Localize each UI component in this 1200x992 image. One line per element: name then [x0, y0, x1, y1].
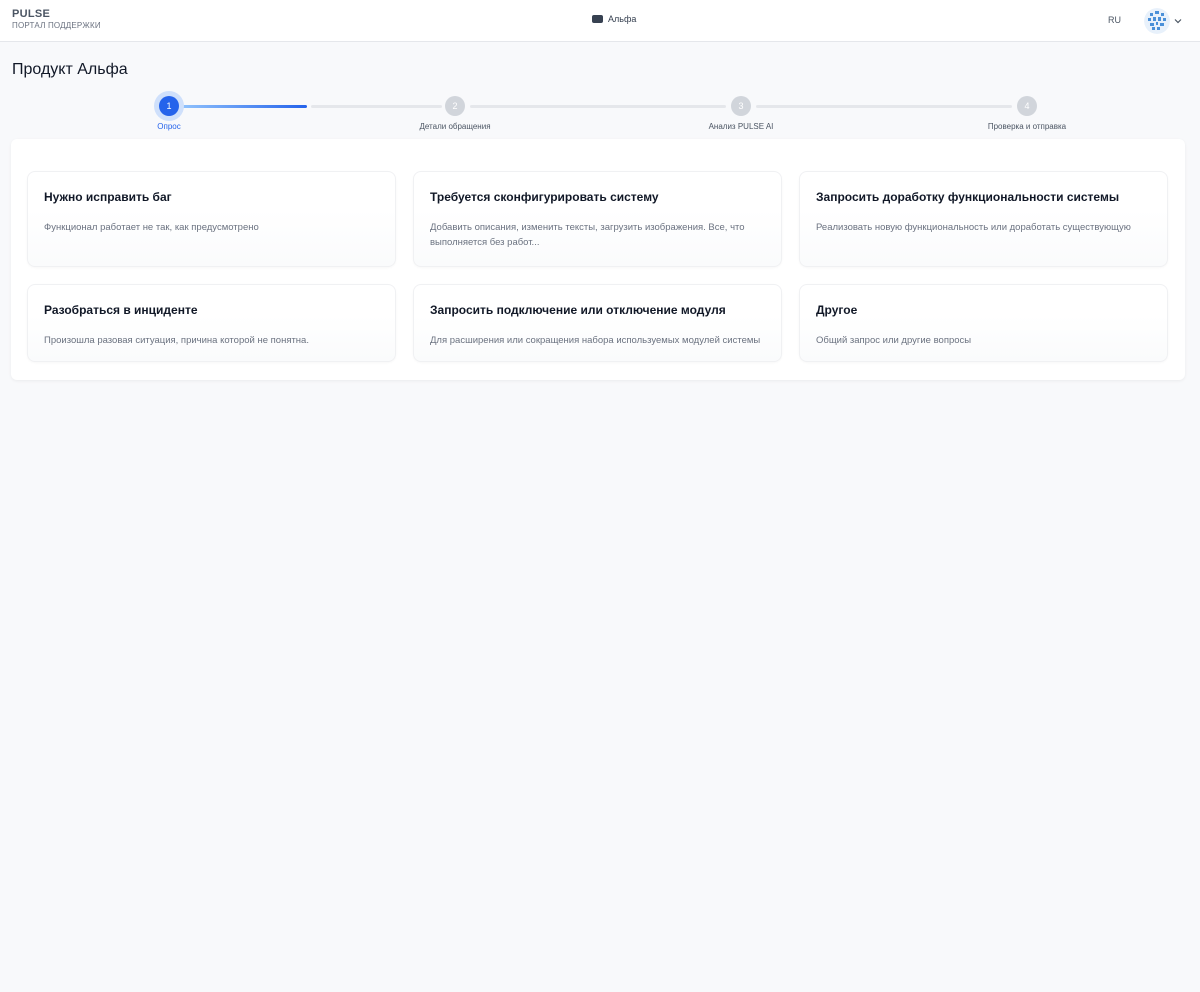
- step-survey: 1 Опрос: [109, 92, 229, 131]
- step-label: Детали обращения: [419, 122, 491, 131]
- card-title: Запросить подключение или отключение мод…: [430, 303, 726, 317]
- card-title: Запросить доработку функциональности сис…: [816, 190, 1120, 204]
- card-title: Другое: [816, 303, 858, 317]
- card-request-enhancement[interactable]: Запросить доработку функциональности сис…: [799, 171, 1168, 267]
- step-request-details: 2 Детали обращения: [395, 92, 515, 131]
- step-number: 1: [159, 96, 179, 116]
- card-description: Общий запрос или другие вопросы: [816, 335, 972, 346]
- card-description: Функционал работает не так, как предусмо…: [44, 222, 259, 233]
- step-label: Проверка и отправка: [987, 122, 1067, 131]
- card-description: Реализовать новую функциональность или д…: [816, 222, 1131, 233]
- card-module-connection[interactable]: Запросить подключение или отключение мод…: [413, 284, 782, 362]
- brand-title: PULSE: [12, 8, 51, 20]
- step-label: Анализ PULSE AI: [708, 122, 774, 131]
- brand-logo[interactable]: PULSE ПОРТАЛ ПОДДЕРЖКИ: [12, 9, 101, 30]
- product-switcher[interactable]: Альфа: [592, 13, 636, 25]
- step-ai-analysis: 3 Анализ PULSE AI: [681, 92, 801, 131]
- card-description: Произошла разовая ситуация, причина кото…: [44, 335, 309, 346]
- step-number: 4: [1017, 96, 1037, 116]
- request-type-panel: Нужно исправить баг Функционал работает …: [11, 139, 1185, 380]
- stepper: 1 Опрос 2 Детали обращения 3 Анализ PULS…: [0, 92, 1200, 138]
- card-description: Для расширения или сокращения набора исп…: [430, 335, 761, 346]
- page-title: Продукт Альфа: [12, 61, 128, 78]
- card-title: Разобраться в инциденте: [44, 303, 198, 317]
- card-configure-system[interactable]: Требуется сконфигурировать систему Добав…: [413, 171, 782, 267]
- language-switcher[interactable]: RU: [1108, 15, 1121, 25]
- step-number: 3: [731, 96, 751, 116]
- user-menu[interactable]: [1144, 8, 1183, 34]
- card-title: Нужно исправить баг: [44, 190, 172, 204]
- product-name: Альфа: [608, 14, 637, 24]
- card-investigate-incident[interactable]: Разобраться в инциденте Произошла разова…: [27, 284, 396, 362]
- top-header: PULSE ПОРТАЛ ПОДДЕРЖКИ Альфа RU: [0, 0, 1200, 42]
- card-title: Требуется сконфигурировать систему: [430, 190, 659, 204]
- product-icon: [592, 15, 603, 23]
- brand-subtitle: ПОРТАЛ ПОДДЕРЖКИ: [12, 21, 101, 30]
- step-label: Опрос: [157, 122, 181, 131]
- card-fix-bug[interactable]: Нужно исправить баг Функционал работает …: [27, 171, 396, 267]
- card-other[interactable]: Другое Общий запрос или другие вопросы: [799, 284, 1168, 362]
- avatar-icon: [1144, 8, 1170, 34]
- card-description: Добавить описания, изменить тексты, загр…: [430, 222, 745, 248]
- step-review-submit: 4 Проверка и отправка: [967, 92, 1087, 131]
- chevron-down-icon: [1174, 19, 1182, 24]
- step-number: 2: [445, 96, 465, 116]
